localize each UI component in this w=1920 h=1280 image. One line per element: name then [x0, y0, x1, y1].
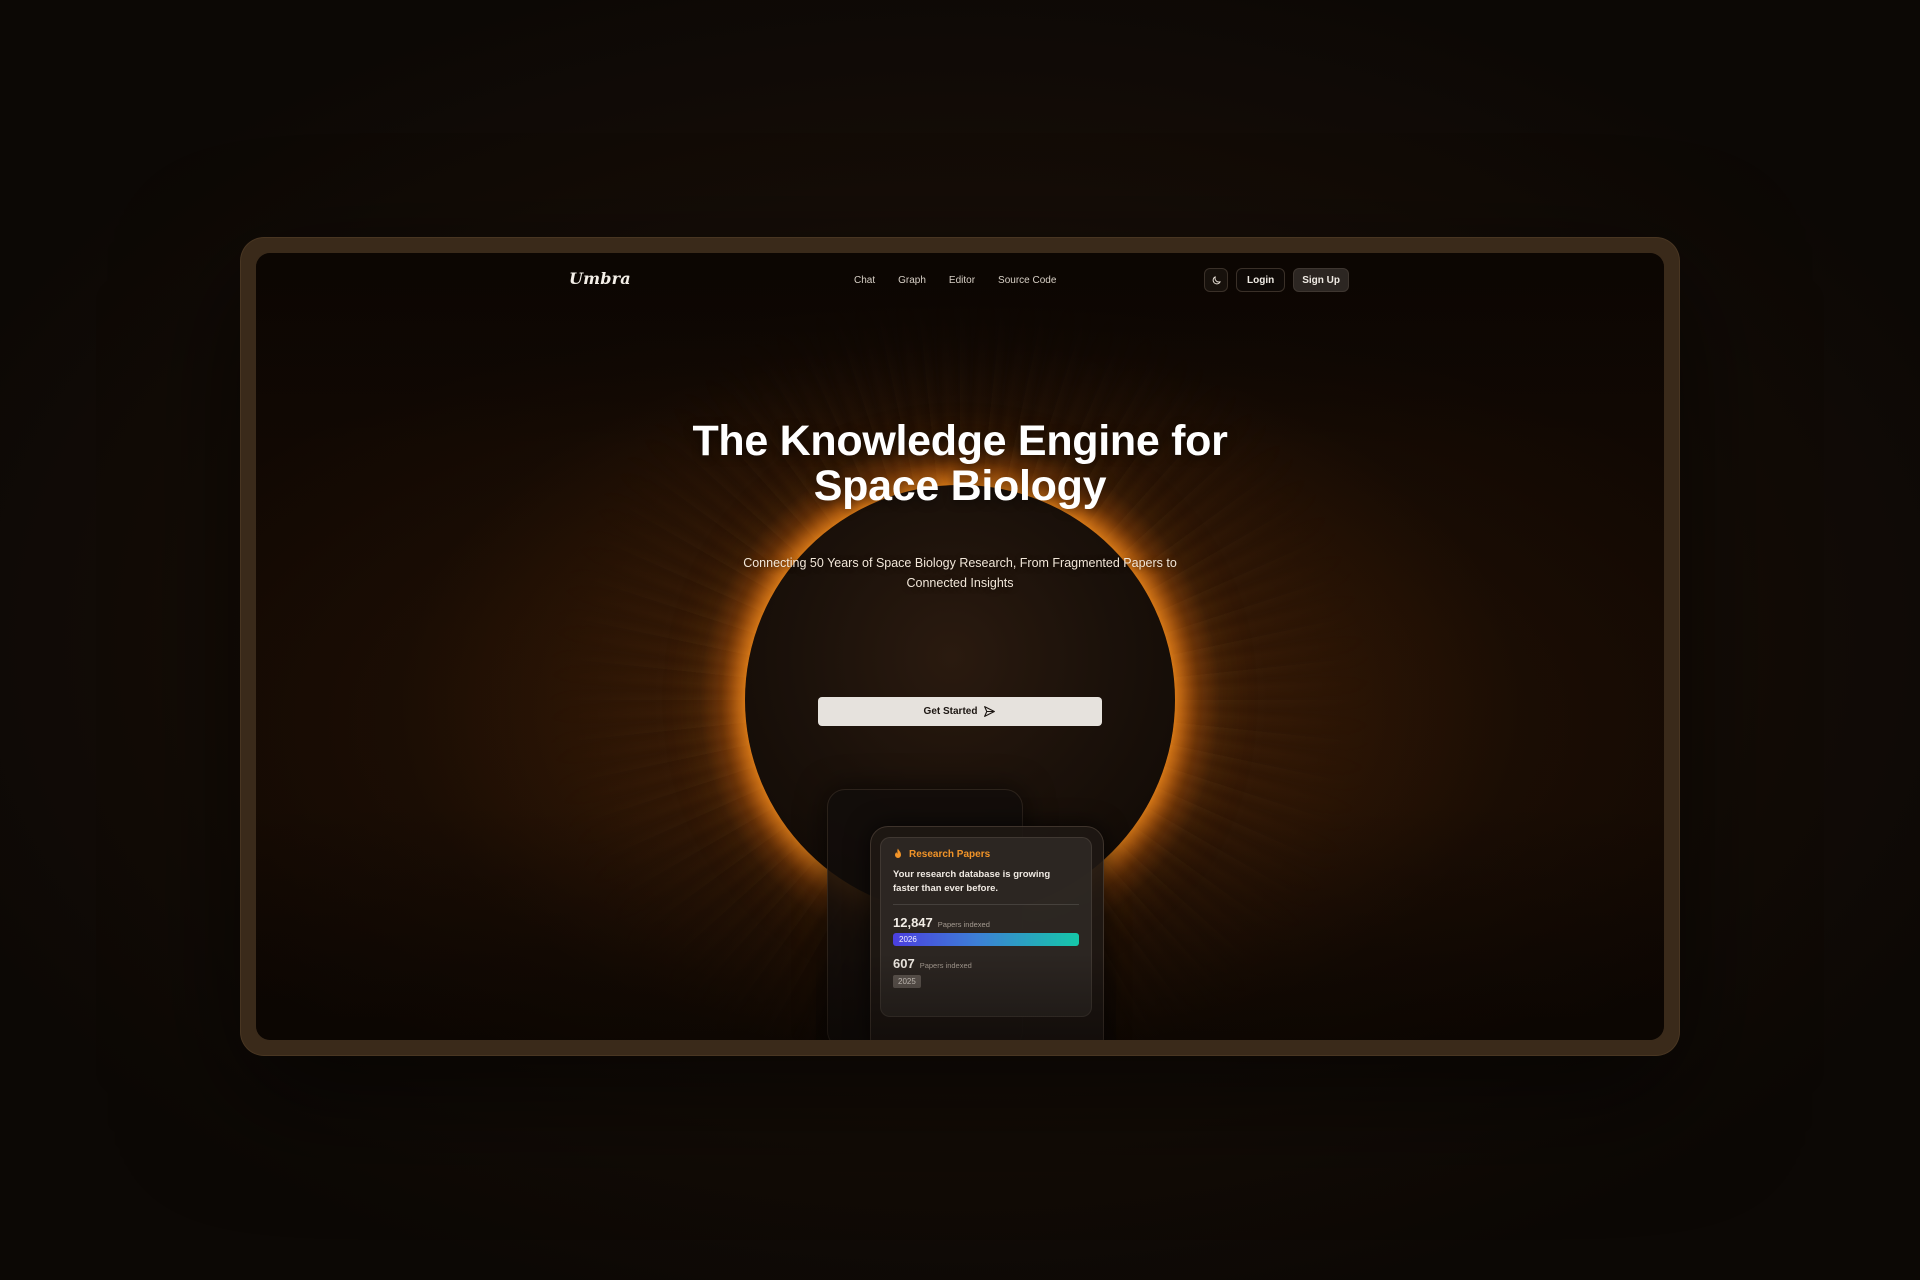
stat-value: 607: [893, 956, 915, 971]
signup-button[interactable]: Sign Up: [1293, 268, 1349, 292]
card-title: Research Papers: [909, 848, 991, 860]
get-started-button[interactable]: Get Started: [818, 697, 1102, 726]
stat-value: 12,847: [893, 915, 933, 930]
send-icon: [984, 706, 996, 717]
year-label: 2025: [898, 977, 916, 986]
flame-icon: [895, 848, 901, 858]
hero-title-line2: Space Biology: [813, 462, 1107, 510]
hero-subtitle-line1: Connecting 50 Years of Space Biology Res…: [743, 556, 1177, 570]
research-papers-card: Research Papers Your research database i…: [880, 837, 1092, 1017]
nav-actions: Login Sign Up: [1204, 268, 1349, 292]
stat-2026: 12,847 Papers indexed 2026: [893, 915, 1079, 946]
get-started-label: Get Started: [923, 706, 978, 717]
hero-title: The Knowledge Engine for Space Biology: [560, 419, 1360, 509]
stat-2025: 607 Papers indexed 2025: [893, 956, 1079, 989]
moon-icon: [1212, 275, 1221, 284]
card-divider: [893, 904, 1079, 905]
nav-link-source-code[interactable]: Source Code: [998, 275, 1056, 286]
year-label: 2026: [899, 935, 917, 944]
stat-label: Papers indexed: [937, 920, 990, 929]
progress-bar-2025: 2025: [893, 975, 921, 988]
nav-link-chat[interactable]: Chat: [854, 275, 875, 286]
card-description: Your research database is growing faster…: [893, 869, 1051, 894]
hero-subtitle-line2: Connected Insights: [906, 576, 1014, 590]
theme-toggle-button[interactable]: [1204, 268, 1228, 292]
logo[interactable]: Umbra: [569, 269, 631, 288]
stat-label: Papers indexed: [919, 961, 972, 970]
card-header: Research Papers: [893, 848, 1079, 860]
backdrop: Umbra Chat Graph Editor Source Code Logi…: [0, 0, 1920, 1280]
browser-screen: Umbra Chat Graph Editor Source Code Logi…: [256, 253, 1664, 1040]
nav-link-editor[interactable]: Editor: [949, 275, 975, 286]
nav-links: Chat Graph Editor Source Code: [854, 275, 1056, 286]
hero-subtitle: Connecting 50 Years of Space Biology Res…: [660, 553, 1260, 593]
nav-link-graph[interactable]: Graph: [898, 275, 926, 286]
login-button[interactable]: Login: [1236, 268, 1286, 292]
hero-title-line1: The Knowledge Engine for: [692, 417, 1228, 465]
navbar: Umbra Chat Graph Editor Source Code Logi…: [256, 253, 1664, 313]
progress-bar-2026: 2026: [893, 933, 1079, 946]
